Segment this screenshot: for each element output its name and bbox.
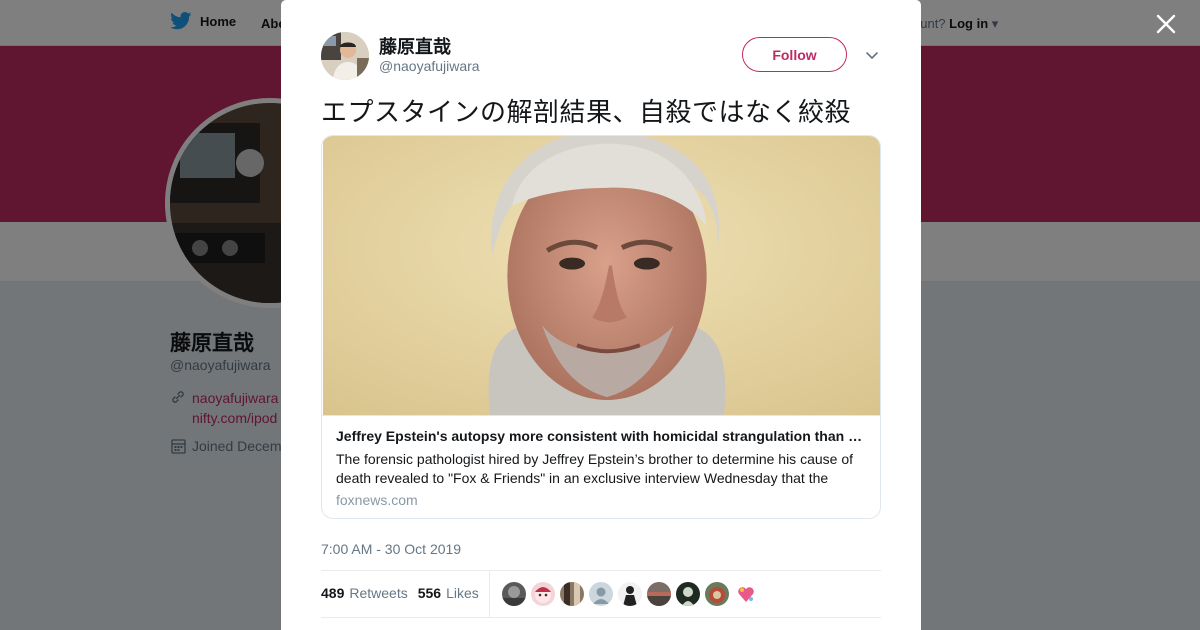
close-icon[interactable] xyxy=(1152,10,1180,38)
liker-avatar[interactable] xyxy=(705,582,729,606)
link-preview-card[interactable]: Jeffrey Epstein's autopsy more consisten… xyxy=(321,135,881,519)
liker-avatar[interactable] xyxy=(531,582,555,606)
stats-divider-bottom xyxy=(321,617,881,618)
liker-avatar[interactable] xyxy=(560,582,584,606)
stats-divider-top xyxy=(321,570,881,571)
liker-avatar[interactable] xyxy=(589,582,613,606)
retweets-stat[interactable]: 489 Retweets xyxy=(321,585,408,601)
chevron-down-icon[interactable] xyxy=(864,47,880,63)
author-avatar[interactable] xyxy=(321,32,369,80)
card-image xyxy=(322,136,880,416)
liker-avatar[interactable] xyxy=(618,582,642,606)
tweet-modal: 藤原直哉 @naoyafujiwara Follow エプスタインの解剖結果、自… xyxy=(281,0,921,630)
tweet-stats: 489 Retweets 556 Likes xyxy=(321,585,479,601)
follow-button[interactable]: Follow xyxy=(742,37,847,72)
card-description: The forensic pathologist hired by Jeffre… xyxy=(336,451,853,486)
likes-count: 556 xyxy=(417,585,442,601)
author-handle[interactable]: @naoyafujiwara xyxy=(379,58,480,74)
retweets-count: 489 xyxy=(321,585,345,601)
liker-avatar[interactable] xyxy=(647,582,671,606)
likes-label: Likes xyxy=(446,585,479,601)
liker-avatar[interactable] xyxy=(676,582,700,606)
author-name[interactable]: 藤原直哉 xyxy=(379,33,451,59)
tweet-text: エプスタインの解剖結果、自殺ではなく絞殺 xyxy=(321,98,852,128)
retweets-label: Retweets xyxy=(349,585,408,601)
liker-avatar[interactable] xyxy=(502,582,526,606)
likes-stat[interactable]: 556 Likes xyxy=(418,585,479,601)
stats-separator xyxy=(489,571,490,617)
tweet-timestamp[interactable]: 7:00 AM - 30 Oct 2019 xyxy=(321,541,461,557)
card-title: Jeffrey Epstein's autopsy more consisten… xyxy=(336,428,868,444)
card-domain: foxnews.com xyxy=(336,492,418,508)
liker-avatar[interactable] xyxy=(734,582,758,606)
liker-avatars xyxy=(502,582,758,606)
